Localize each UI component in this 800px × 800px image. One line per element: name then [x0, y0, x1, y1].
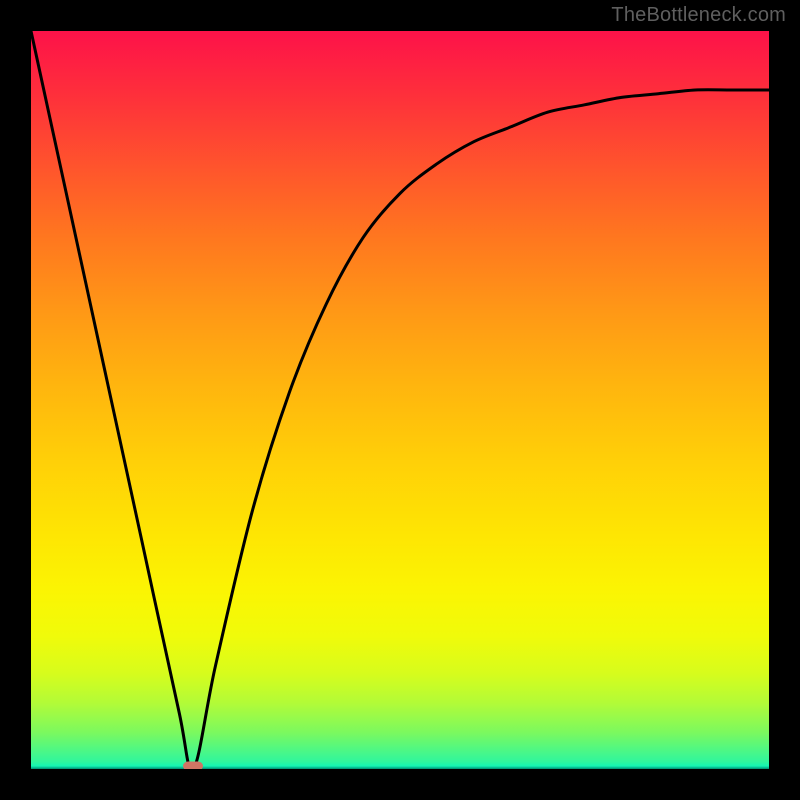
curve-path [31, 31, 769, 769]
minimum-marker [183, 762, 203, 770]
plot-area [31, 31, 769, 769]
chart-stage: TheBottleneck.com [0, 0, 800, 800]
watermark-text: TheBottleneck.com [611, 4, 786, 27]
bottleneck-curve [31, 31, 769, 769]
